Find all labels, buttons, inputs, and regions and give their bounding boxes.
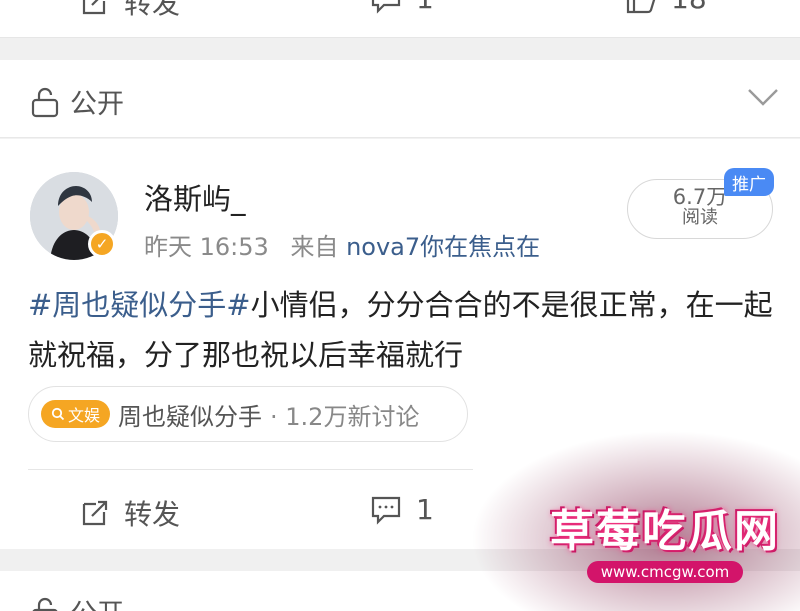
visibility-label: 公开 <box>70 89 124 120</box>
author-name[interactable]: 洛斯屿_ <box>144 176 246 218</box>
comment-icon <box>371 0 401 14</box>
topic-category: 文娱 <box>68 406 101 425</box>
repost-label: 转发 <box>124 498 181 531</box>
post-meta: 昨天 16:53 来自 nova7你在焦点在 <box>144 227 540 262</box>
verified-badge-icon: ✓ <box>88 230 116 258</box>
prev-like-button[interactable]: 18 <box>625 0 707 15</box>
divider <box>28 469 473 470</box>
prev-repost-button[interactable]: 转发 <box>80 0 180 22</box>
next-visibility-setting[interactable]: 公开 <box>30 592 124 611</box>
post-hashtag[interactable]: #周也疑似分手# <box>28 288 251 322</box>
watermark-url: www.cmcgw.com <box>586 561 744 583</box>
source-prefix: 来自 <box>290 233 339 261</box>
topic-stat: · 1.2万新讨论 <box>270 402 420 431</box>
like-icon <box>626 0 655 13</box>
prev-post-action-bar: 转发 1 18 <box>0 0 800 38</box>
prev-repost-label: 转发 <box>124 0 181 20</box>
search-icon <box>51 407 65 421</box>
prev-like-count: 18 <box>671 0 707 15</box>
visibility-setting[interactable]: 公开 <box>30 82 124 121</box>
chevron-down-icon[interactable] <box>746 86 780 108</box>
repost-button[interactable]: 转发 <box>80 493 180 533</box>
post-timestamp: 昨天 16:53 <box>144 233 269 261</box>
prev-comment-button[interactable]: 1 <box>370 0 434 15</box>
watermark-title: 草莓吃瓜网 <box>550 506 780 557</box>
repost-icon <box>82 500 108 526</box>
topic-name: 周也疑似分手 <box>118 402 263 431</box>
watermark: 草莓吃瓜网 www.cmcgw.com <box>545 495 785 583</box>
comment-icon <box>371 496 401 525</box>
section-gap <box>0 38 800 60</box>
topic-category-badge: 文娱 <box>41 400 111 428</box>
comment-button[interactable]: 1 <box>370 493 434 526</box>
read-label: 阅读 <box>682 207 718 228</box>
lock-open-icon <box>31 87 59 117</box>
prev-comment-count: 1 <box>416 0 434 15</box>
post-source[interactable]: nova7你在焦点在 <box>346 233 540 261</box>
promo-badge: 推广 <box>724 168 774 196</box>
next-visibility-label: 公开 <box>70 592 124 611</box>
comment-count: 1 <box>416 493 434 526</box>
post-content: #周也疑似分手#小情侣，分分合合的不是很正常，在一起就祝福，分了那也祝以后幸福就… <box>28 280 788 380</box>
repost-icon <box>82 0 106 15</box>
lock-open-icon <box>32 597 58 611</box>
topic-chip[interactable]: 文娱 周也疑似分手 · 1.2万新讨论 <box>28 386 468 442</box>
